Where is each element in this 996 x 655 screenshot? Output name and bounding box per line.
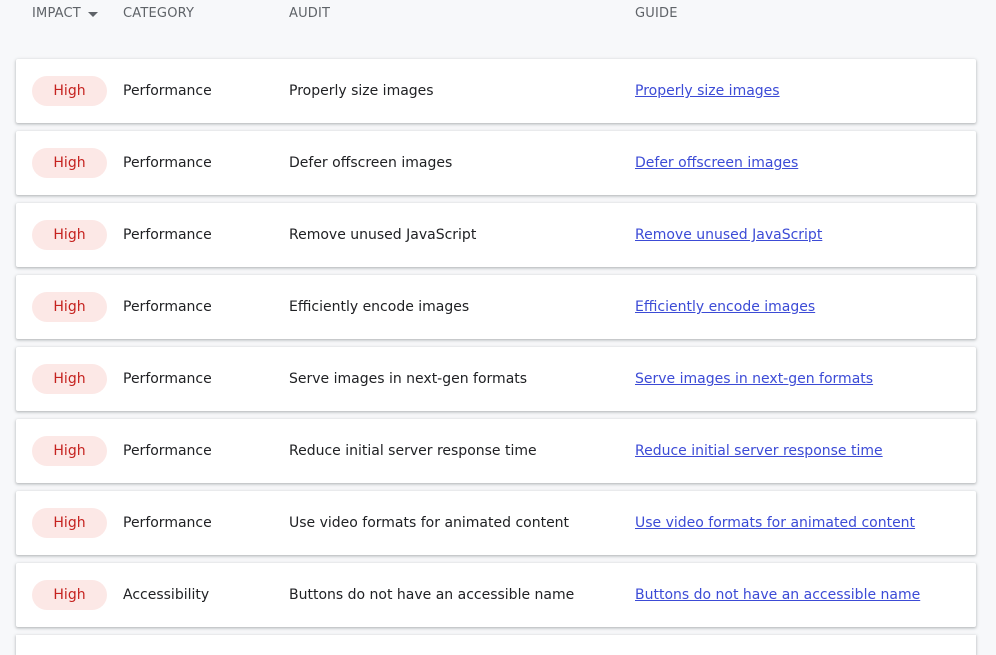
table-row: High Performance Serve images in next-ge… — [16, 347, 976, 411]
impact-badge: High — [32, 364, 107, 394]
guide-link[interactable]: Properly size images — [635, 83, 780, 99]
impact-header-label: IMPACT — [32, 6, 81, 21]
impact-badge: High — [32, 76, 107, 106]
category-cell: Performance — [123, 155, 212, 171]
table-row-partial — [16, 635, 976, 655]
guide-cell: Use video formats for animated content — [635, 491, 915, 555]
category-cell: Performance — [123, 371, 212, 387]
impact-badge: High — [32, 580, 107, 610]
impact-badge: High — [32, 508, 107, 538]
table-header: IMPACT CATEGORY AUDIT GUIDE — [0, 0, 996, 30]
audit-cell: Defer offscreen images — [289, 155, 453, 171]
audit-cell: Buttons do not have an accessible name — [289, 587, 575, 603]
table-row: High Performance Use video formats for a… — [16, 491, 976, 555]
guide-cell: Buttons do not have an accessible name — [635, 563, 920, 627]
audit-cell: Use video formats for animated content — [289, 515, 570, 531]
guide-link[interactable]: Defer offscreen images — [635, 155, 798, 171]
guide-link[interactable]: Efficiently encode images — [635, 299, 815, 315]
guide-cell: Serve images in next-gen formats — [635, 347, 873, 411]
category-cell: Performance — [123, 299, 212, 315]
audit-list: High Performance Properly size images Pr… — [16, 59, 976, 635]
audit-cell: Properly size images — [289, 83, 434, 99]
category-cell: Performance — [123, 227, 212, 243]
audit-cell: Remove unused JavaScript — [289, 227, 477, 243]
guide-cell: Efficiently encode images — [635, 275, 815, 339]
impact-badge: High — [32, 436, 107, 466]
audit-cell: Serve images in next-gen formats — [289, 371, 528, 387]
impact-column-header[interactable]: IMPACT — [32, 6, 98, 21]
guide-link[interactable]: Use video formats for animated content — [635, 515, 915, 531]
guide-link[interactable]: Serve images in next-gen formats — [635, 371, 873, 387]
table-row: High Performance Properly size images Pr… — [16, 59, 976, 123]
audit-cell: Efficiently encode images — [289, 299, 470, 315]
table-row: High Performance Remove unused JavaScrip… — [16, 203, 976, 267]
category-cell: Performance — [123, 83, 212, 99]
table-row: High Performance Defer offscreen images … — [16, 131, 976, 195]
guide-link[interactable]: Reduce initial server response time — [635, 443, 883, 459]
guide-link[interactable]: Remove unused JavaScript — [635, 227, 822, 243]
category-cell: Accessibility — [123, 587, 210, 603]
guide-cell: Reduce initial server response time — [635, 419, 883, 483]
guide-cell: Remove unused JavaScript — [635, 203, 822, 267]
audit-cell: Reduce initial server response time — [289, 443, 537, 459]
category-cell: Performance — [123, 515, 212, 531]
table-row: High Performance Reduce initial server r… — [16, 419, 976, 483]
guide-link[interactable]: Buttons do not have an accessible name — [635, 587, 920, 603]
guide-cell: Properly size images — [635, 59, 780, 123]
impact-badge: High — [32, 148, 107, 178]
table-row: High Accessibility Buttons do not have a… — [16, 563, 976, 627]
category-cell: Performance — [123, 443, 212, 459]
guide-column-header: GUIDE — [635, 6, 678, 21]
table-row: High Performance Efficiently encode imag… — [16, 275, 976, 339]
guide-cell: Defer offscreen images — [635, 131, 798, 195]
impact-badge: High — [32, 292, 107, 322]
impact-badge: High — [32, 220, 107, 250]
sort-caret-down-icon[interactable] — [87, 11, 98, 17]
category-column-header: CATEGORY — [123, 6, 195, 21]
audit-column-header: AUDIT — [289, 6, 331, 21]
